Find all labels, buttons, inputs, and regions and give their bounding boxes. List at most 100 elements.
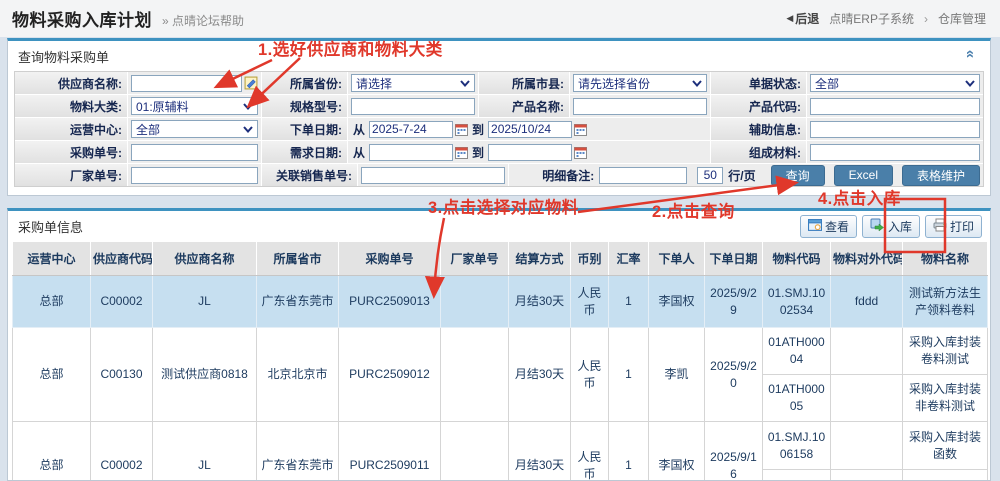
city-select[interactable]: 请先选择省份 <box>573 74 707 92</box>
calendar-icon[interactable] <box>574 123 587 136</box>
aux-info-label: 辅助信息: <box>711 118 806 140</box>
related-sales-no-label: 关联销售单号: <box>262 164 357 186</box>
table-row-selected[interactable]: 总部 C00002 JL 广东省东莞市 PURC2509013 月结30天 人民… <box>13 276 988 328</box>
supplier-name-input[interactable] <box>131 75 242 92</box>
calendar-icon[interactable] <box>574 146 587 159</box>
table-cell: 01.SMJ.1006158 <box>763 422 831 470</box>
purchase-orders-table: 运营中心 供应商代码 供应商名称 所属省市 采购单号 厂家单号 结算方式 币别 … <box>12 241 988 481</box>
table-cell: 测试新方法生产领料卷料 <box>903 276 988 328</box>
order-date-from-input[interactable] <box>369 121 453 138</box>
product-code-input[interactable] <box>810 98 980 115</box>
table-cell <box>831 328 903 375</box>
orders-panel-title: 采购单信息 <box>8 217 83 236</box>
breadcrumb: ◀后退 点晴ERP子系统 › 仓库管理 <box>786 10 986 27</box>
spec-model-cell <box>348 95 478 117</box>
calendar-icon[interactable] <box>455 146 468 159</box>
form-actions-cell: 明细备注: 行/页 查询 Excel 表格维护 <box>509 164 983 186</box>
operation-center-label: 运营中心: <box>15 118 127 140</box>
factory-order-no-input[interactable] <box>131 167 258 184</box>
print-button[interactable]: 打印 <box>925 215 982 238</box>
table-cell: 01ATH00005 <box>763 375 831 422</box>
table-cell: 1 <box>609 422 649 481</box>
table-cell: PURC2509012 <box>339 328 441 422</box>
page-title: 物料采购入库计划 <box>12 6 152 31</box>
column-header: 厂家单号 <box>441 242 509 276</box>
table-cell <box>831 422 903 470</box>
rows-per-page-input[interactable] <box>697 167 723 184</box>
page-header: 物料采购入库计划 » 点晴论坛帮助 ◀后退 点晴ERP子系统 › 仓库管理 <box>0 0 1000 37</box>
table-cell: 2025/9/29 <box>705 276 763 328</box>
table-cell: 采购入库封装函数 <box>903 422 988 470</box>
table-cell: 总部 <box>13 276 91 328</box>
inbound-button[interactable]: 入库 <box>862 215 920 238</box>
demand-date-label: 需求日期: <box>262 141 347 163</box>
doc-status-select-value: 全部 <box>815 75 839 92</box>
table-cell: 北京北京市 <box>257 328 339 422</box>
order-date-to-input[interactable] <box>488 121 572 138</box>
inbound-icon <box>870 218 885 235</box>
back-button[interactable]: ◀后退 <box>786 10 819 27</box>
query-button[interactable]: 查询 <box>771 165 825 186</box>
aux-info-cell <box>807 118 983 140</box>
detail-remark-input[interactable] <box>599 167 687 184</box>
lookup-icon[interactable] <box>244 76 258 90</box>
demand-date-from-input[interactable] <box>369 144 453 161</box>
table-cell: 1 <box>609 276 649 328</box>
table-row[interactable]: 总部 C00130 测试供应商0818 北京北京市 PURC2509012 月结… <box>13 328 988 375</box>
excel-button[interactable]: Excel <box>834 165 893 186</box>
table-cell <box>441 328 509 422</box>
doc-status-select[interactable]: 全部 <box>810 74 980 92</box>
demand-date-to-input[interactable] <box>488 144 572 161</box>
table-cell: PURC2509011 <box>339 422 441 481</box>
chevron-down-icon <box>965 80 975 87</box>
province-label: 所属省份: <box>262 72 347 94</box>
operation-center-cell: 全部 <box>128 118 261 140</box>
table-cell: 月结30天 <box>509 328 571 422</box>
material-category-select-value: 01:原辅料 <box>136 98 189 115</box>
product-name-cell <box>570 95 710 117</box>
spec-model-input[interactable] <box>351 98 475 115</box>
material-category-select[interactable]: 01:原辅料 <box>131 97 258 115</box>
table-maintenance-button[interactable]: 表格维护 <box>902 165 980 186</box>
order-date-cell: 从 到 <box>348 118 710 140</box>
table-cell: JL <box>153 422 257 481</box>
rows-per-page-label: 行/页 <box>728 167 755 184</box>
view-button[interactable]: 查看 <box>800 215 857 238</box>
inbound-button-label: 入库 <box>888 218 912 235</box>
form-row: 供应商名称: 所属省份: 请选择 所属市县: 请先选择省份 <box>15 72 983 94</box>
city-label: 所属市县: <box>479 72 569 94</box>
view-icon <box>808 218 822 235</box>
breadcrumb-separator-icon: › <box>924 12 928 26</box>
table-row[interactable]: 总部 C00002 JL 广东省东莞市 PURC2509011 月结30天 人民… <box>13 422 988 470</box>
forum-help-link[interactable]: » 点晴论坛帮助 <box>162 12 244 29</box>
table-cell: JL <box>153 276 257 328</box>
breadcrumb-app[interactable]: 点晴ERP子系统 <box>829 10 914 27</box>
table-cell: 采购入库封装非卷料测试 <box>903 375 988 422</box>
to-label: 到 <box>472 144 484 161</box>
province-select[interactable]: 请选择 <box>351 74 475 92</box>
table-cell: 测试供应商0818 <box>153 328 257 422</box>
to-label: 到 <box>472 121 484 138</box>
calendar-icon[interactable] <box>455 123 468 136</box>
column-header: 汇率 <box>609 242 649 276</box>
factory-order-no-cell <box>128 164 261 186</box>
collapse-panel-icon[interactable]: « <box>965 50 975 58</box>
component-material-cell <box>807 141 983 163</box>
purchase-order-no-input[interactable] <box>131 144 258 161</box>
product-name-input[interactable] <box>573 98 707 115</box>
table-cell: fddd <box>831 276 903 328</box>
query-panel: 查询物料采购单 « 供应商名称: 所属省份: 请选择 所属市县: 请先 <box>7 38 991 196</box>
material-category-label: 物料大类: <box>15 95 127 117</box>
aux-info-input[interactable] <box>810 121 980 138</box>
table-cell <box>441 422 509 481</box>
component-material-input[interactable] <box>810 144 980 161</box>
chevron-down-icon <box>243 126 253 133</box>
table-cell: 采购入库封装卷料测试 <box>903 328 988 375</box>
table-cell: PURC2509013 <box>339 276 441 328</box>
related-sales-no-cell <box>358 164 508 186</box>
table-cell: 总部 <box>13 328 91 422</box>
related-sales-no-input[interactable] <box>361 167 505 184</box>
operation-center-select[interactable]: 全部 <box>131 120 258 138</box>
column-header: 币别 <box>571 242 609 276</box>
breadcrumb-section[interactable]: 仓库管理 <box>938 10 986 27</box>
